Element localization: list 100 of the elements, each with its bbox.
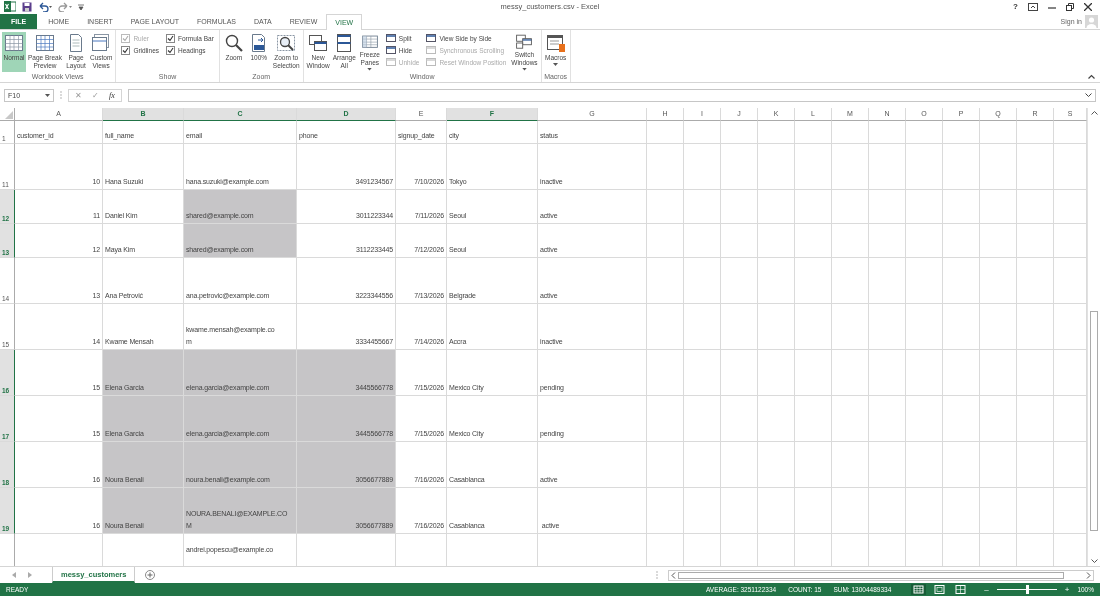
empty-cell xyxy=(1017,441,1054,488)
empty-cell xyxy=(906,120,943,144)
page-layout-view-icon[interactable] xyxy=(932,584,948,595)
empty-cell xyxy=(758,441,795,488)
empty-cell xyxy=(1017,303,1054,350)
empty-cell xyxy=(906,349,943,396)
scroll-thumb[interactable] xyxy=(678,571,1064,579)
empty-cell xyxy=(684,257,721,304)
empty-cell xyxy=(758,487,795,534)
next-sheet-icon[interactable] xyxy=(27,572,32,579)
checkbox-icon[interactable] xyxy=(121,45,131,55)
empty-cell xyxy=(943,223,980,258)
empty-cell xyxy=(1017,257,1054,304)
empty-cell xyxy=(906,189,943,224)
empty-cell xyxy=(647,349,684,396)
empty-cell xyxy=(647,120,684,144)
empty-cell xyxy=(684,349,721,396)
empty-cell xyxy=(684,189,721,224)
checkbox-icon[interactable] xyxy=(166,33,176,43)
macro-sheet-icon xyxy=(545,32,566,53)
empty-cell xyxy=(721,303,758,350)
window-icon xyxy=(385,34,396,43)
empty-cell xyxy=(869,143,906,190)
scroll-up-icon[interactable] xyxy=(1090,109,1098,115)
empty-cell xyxy=(832,395,869,442)
zoom-in-button[interactable]: + xyxy=(1064,585,1070,594)
empty-cell xyxy=(795,223,832,258)
empty-cell xyxy=(869,120,906,144)
empty-cell xyxy=(943,257,980,304)
help-button[interactable]: ? xyxy=(1013,2,1018,12)
zoom-out-button[interactable]: – xyxy=(984,585,989,594)
collapse-ribbon-icon[interactable] xyxy=(1088,73,1095,79)
empty-cell xyxy=(869,303,906,350)
ribbon-display-icon[interactable] xyxy=(1028,2,1038,11)
grid-icon xyxy=(35,32,55,53)
empty-cell xyxy=(721,120,758,144)
scroll-left-icon[interactable] xyxy=(671,571,676,579)
window-icon xyxy=(385,46,396,55)
empty-cell xyxy=(758,303,795,350)
empty-cell xyxy=(758,189,795,224)
empty-cell xyxy=(943,143,980,190)
empty-cell xyxy=(906,143,943,190)
empty-cell xyxy=(684,120,721,144)
normal-view-icon[interactable] xyxy=(911,584,927,595)
empty-cell xyxy=(943,487,980,534)
empty-cell xyxy=(980,441,1017,488)
empty-cell xyxy=(943,303,980,350)
empty-cell xyxy=(832,303,869,350)
empty-cell xyxy=(758,120,795,144)
expand-icon[interactable] xyxy=(1085,93,1092,98)
magnifier-icon xyxy=(223,32,244,53)
previous-sheet-icon[interactable] xyxy=(12,572,17,579)
undo-icon[interactable] xyxy=(38,1,52,12)
scroll-thumb[interactable] xyxy=(1090,310,1098,531)
empty-cell xyxy=(980,143,1017,190)
empty-cell xyxy=(795,143,832,190)
empty-cell xyxy=(943,441,980,488)
empty-cell xyxy=(721,395,758,442)
empty-cell xyxy=(832,189,869,224)
empty-cell xyxy=(758,257,795,304)
empty-cell xyxy=(869,189,906,224)
empty-cell xyxy=(832,487,869,534)
new-sheet-icon[interactable] xyxy=(145,570,156,581)
vertical-scrollbar[interactable] xyxy=(1087,107,1100,567)
save-icon[interactable] xyxy=(22,1,32,12)
customize-icon[interactable] xyxy=(78,2,84,11)
horizontal-scrollbar[interactable] xyxy=(668,569,1094,581)
empty-cell xyxy=(721,143,758,190)
empty-cell xyxy=(832,120,869,144)
scroll-right-icon[interactable] xyxy=(1086,571,1091,579)
formula-input[interactable] xyxy=(127,88,1096,102)
empty-cell xyxy=(943,395,980,442)
window-icon xyxy=(91,32,112,53)
empty-cell xyxy=(1017,395,1054,442)
redo-icon[interactable] xyxy=(58,1,72,12)
empty-cell xyxy=(647,487,684,534)
empty-cell xyxy=(758,395,795,442)
scroll-down-icon[interactable] xyxy=(1090,559,1098,565)
checkbox-icon[interactable] xyxy=(166,45,176,55)
empty-cell xyxy=(906,395,943,442)
empty-cell xyxy=(943,349,980,396)
insert-function-button[interactable]: fx xyxy=(109,90,115,100)
empty-cell xyxy=(721,441,758,488)
empty-cell xyxy=(869,349,906,396)
empty-cell xyxy=(684,143,721,190)
empty-cell xyxy=(1017,223,1054,258)
window-icon xyxy=(426,58,437,67)
window-icon xyxy=(426,34,437,43)
empty-cell xyxy=(684,441,721,488)
empty-cell xyxy=(1017,143,1054,190)
page-break-view-icon[interactable] xyxy=(953,584,969,595)
restore-icon[interactable] xyxy=(1066,2,1074,11)
empty-cell xyxy=(721,223,758,258)
empty-cell xyxy=(943,120,980,144)
empty-cell xyxy=(980,395,1017,442)
empty-cell xyxy=(869,441,906,488)
close-icon[interactable] xyxy=(1084,2,1092,11)
empty-cell xyxy=(684,487,721,534)
empty-cell xyxy=(647,223,684,258)
empty-cell xyxy=(832,143,869,190)
